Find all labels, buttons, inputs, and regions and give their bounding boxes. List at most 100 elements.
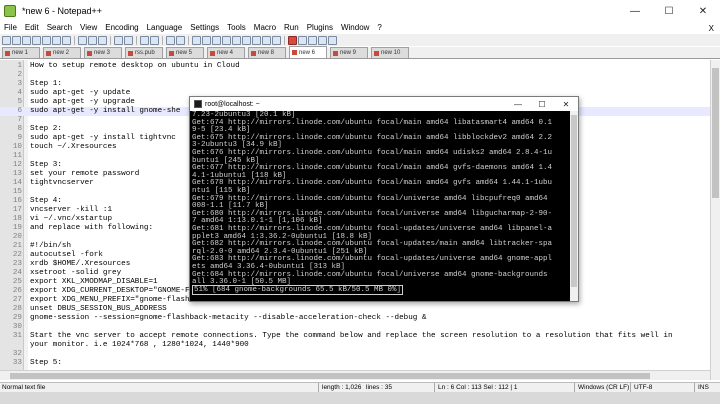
tab-file-icon xyxy=(251,50,256,56)
copy-icon[interactable] xyxy=(88,35,97,45)
scroll-thumb[interactable] xyxy=(10,373,650,379)
window-title: *new 6 - Notepad++ xyxy=(22,6,103,16)
editor-horizontal-scrollbar[interactable] xyxy=(0,370,710,380)
menu-language[interactable]: Language xyxy=(143,22,187,34)
record-macro-icon[interactable] xyxy=(288,35,297,45)
zoom-out-icon[interactable] xyxy=(176,35,185,45)
terminal-progress-line: 51% [684 gnome-backgrounds 65.5 kB/50.5 … xyxy=(192,284,570,295)
stop-macro-icon[interactable] xyxy=(298,35,307,45)
menu-settings[interactable]: Settings xyxy=(186,22,223,34)
close-file-icon[interactable] xyxy=(42,35,51,45)
undo-icon[interactable] xyxy=(114,35,123,45)
line-text: your monitor. i.e 1024*768 , 1280*1024, … xyxy=(30,341,249,349)
menu-view[interactable]: View xyxy=(76,22,101,34)
tab-label: new 5 xyxy=(176,50,193,56)
menu-help[interactable]: ? xyxy=(373,22,385,34)
find-icon[interactable] xyxy=(140,35,149,45)
udl-icon[interactable] xyxy=(242,35,251,45)
sync-horizontal-icon[interactable] xyxy=(202,35,211,45)
tab-new-9[interactable]: new 9 xyxy=(330,47,368,58)
line-text: Step 2: xyxy=(30,125,62,133)
save-all-icon[interactable] xyxy=(32,35,41,45)
tab-new-5[interactable]: new 5 xyxy=(166,47,204,58)
line-number: 24 xyxy=(12,269,22,277)
save-macro-icon[interactable] xyxy=(328,35,337,45)
maximize-button[interactable]: ☐ xyxy=(652,0,686,22)
minimize-button[interactable]: — xyxy=(618,0,652,22)
run-macro-multiple-icon[interactable] xyxy=(318,35,327,45)
replace-icon[interactable] xyxy=(150,35,159,45)
open-file-icon[interactable] xyxy=(12,35,21,45)
editor-line[interactable]: 33 Step 5: xyxy=(0,359,710,368)
editor-vertical-scrollbar[interactable] xyxy=(710,60,720,380)
tab-new-4[interactable]: new 4 xyxy=(207,47,245,58)
editor-line[interactable]: 32 xyxy=(0,350,710,359)
close-document-button[interactable]: X xyxy=(709,24,720,33)
toolbar-separator xyxy=(188,35,189,45)
menu-edit[interactable]: Edit xyxy=(21,22,43,34)
editor-line[interactable]: 2 xyxy=(0,71,710,80)
terminal-scrollbar[interactable] xyxy=(570,111,578,301)
line-number: 26 xyxy=(12,287,22,295)
terminal-minimize-button[interactable]: — xyxy=(506,97,530,111)
terminal-window[interactable]: root@localhost: ~ — ☐ ✕ 7.23-2ubuntu3 [2… xyxy=(189,96,579,302)
tab-new-8[interactable]: new 8 xyxy=(248,47,286,58)
save-icon[interactable] xyxy=(22,35,31,45)
editor-line[interactable]: 29 gnome-session --session=gnome-flashbac… xyxy=(0,314,710,323)
redo-icon[interactable] xyxy=(124,35,133,45)
tab-new-10[interactable]: new 10 xyxy=(371,47,409,58)
menu-plugins[interactable]: Plugins xyxy=(303,22,337,34)
line-text: sudo apt-get -y update xyxy=(30,89,131,97)
editor-line[interactable]: 28 unset DBUS_SESSION_BUS_ADDRESS xyxy=(0,305,710,314)
line-number: 30 xyxy=(12,323,22,331)
word-wrap-icon[interactable] xyxy=(212,35,221,45)
close-button[interactable]: ✕ xyxy=(686,0,720,22)
print-icon[interactable] xyxy=(62,35,71,45)
tab-label: rss.pub xyxy=(135,50,155,56)
line-number: 19 xyxy=(12,224,22,232)
cut-icon[interactable] xyxy=(78,35,87,45)
folder-workspace-icon[interactable] xyxy=(272,35,281,45)
indent-guide-icon[interactable] xyxy=(232,35,241,45)
editor-line[interactable]: 1 How to setup remote desktop on ubuntu i… xyxy=(0,62,710,71)
editor-line[interactable]: 30 xyxy=(0,323,710,332)
menu-search[interactable]: Search xyxy=(43,22,76,34)
terminal-close-button[interactable]: ✕ xyxy=(554,97,578,111)
sync-vertical-icon[interactable] xyxy=(192,35,201,45)
menu-tools[interactable]: Tools xyxy=(223,22,250,34)
editor-line[interactable]: your monitor. i.e 1024*768 , 1280*1024, … xyxy=(0,341,710,350)
new-file-icon[interactable] xyxy=(2,35,11,45)
menu-macro[interactable]: Macro xyxy=(250,22,280,34)
tab-new-6-active[interactable]: new 6 xyxy=(289,46,327,58)
play-macro-icon[interactable] xyxy=(308,35,317,45)
paste-icon[interactable] xyxy=(98,35,107,45)
terminal-output[interactable]: 7.23-2ubuntu3 [20.1 kB] Get:674 http://mi… xyxy=(190,111,570,301)
editor-line[interactable]: 31 Start the vnc server to accept remote … xyxy=(0,332,710,341)
tab-file-icon xyxy=(46,50,51,56)
menu-run[interactable]: Run xyxy=(280,22,303,34)
menu-file[interactable]: File xyxy=(0,22,21,34)
doc-map-icon[interactable] xyxy=(252,35,261,45)
window-controls: — ☐ ✕ xyxy=(618,0,720,22)
scroll-thumb[interactable] xyxy=(571,115,577,287)
zoom-in-icon[interactable] xyxy=(166,35,175,45)
line-number: 16 xyxy=(12,197,22,205)
line-number: 7 xyxy=(17,116,22,124)
menu-encoding[interactable]: Encoding xyxy=(101,22,142,34)
close-all-icon[interactable] xyxy=(52,35,61,45)
menu-window[interactable]: Window xyxy=(337,22,373,34)
line-text: and replace with following: xyxy=(30,224,154,232)
line-number: 22 xyxy=(12,251,22,259)
terminal-maximize-button[interactable]: ☐ xyxy=(530,97,554,111)
tab-rss-pub[interactable]: rss.pub xyxy=(125,47,163,58)
line-text: How to setup remote desktop on ubuntu in… xyxy=(30,62,240,70)
tab-new-2[interactable]: new 2 xyxy=(43,47,81,58)
show-all-chars-icon[interactable] xyxy=(222,35,231,45)
editor-line[interactable]: 3 Step 1: xyxy=(0,80,710,89)
line-text: unset DBUS_SESSION_BUS_ADDRESS xyxy=(30,305,167,313)
line-number: 4 xyxy=(17,89,22,97)
tab-new-1[interactable]: new 1 xyxy=(2,47,40,58)
scroll-thumb[interactable] xyxy=(712,68,719,198)
function-list-icon[interactable] xyxy=(262,35,271,45)
tab-new-3[interactable]: new 3 xyxy=(84,47,122,58)
